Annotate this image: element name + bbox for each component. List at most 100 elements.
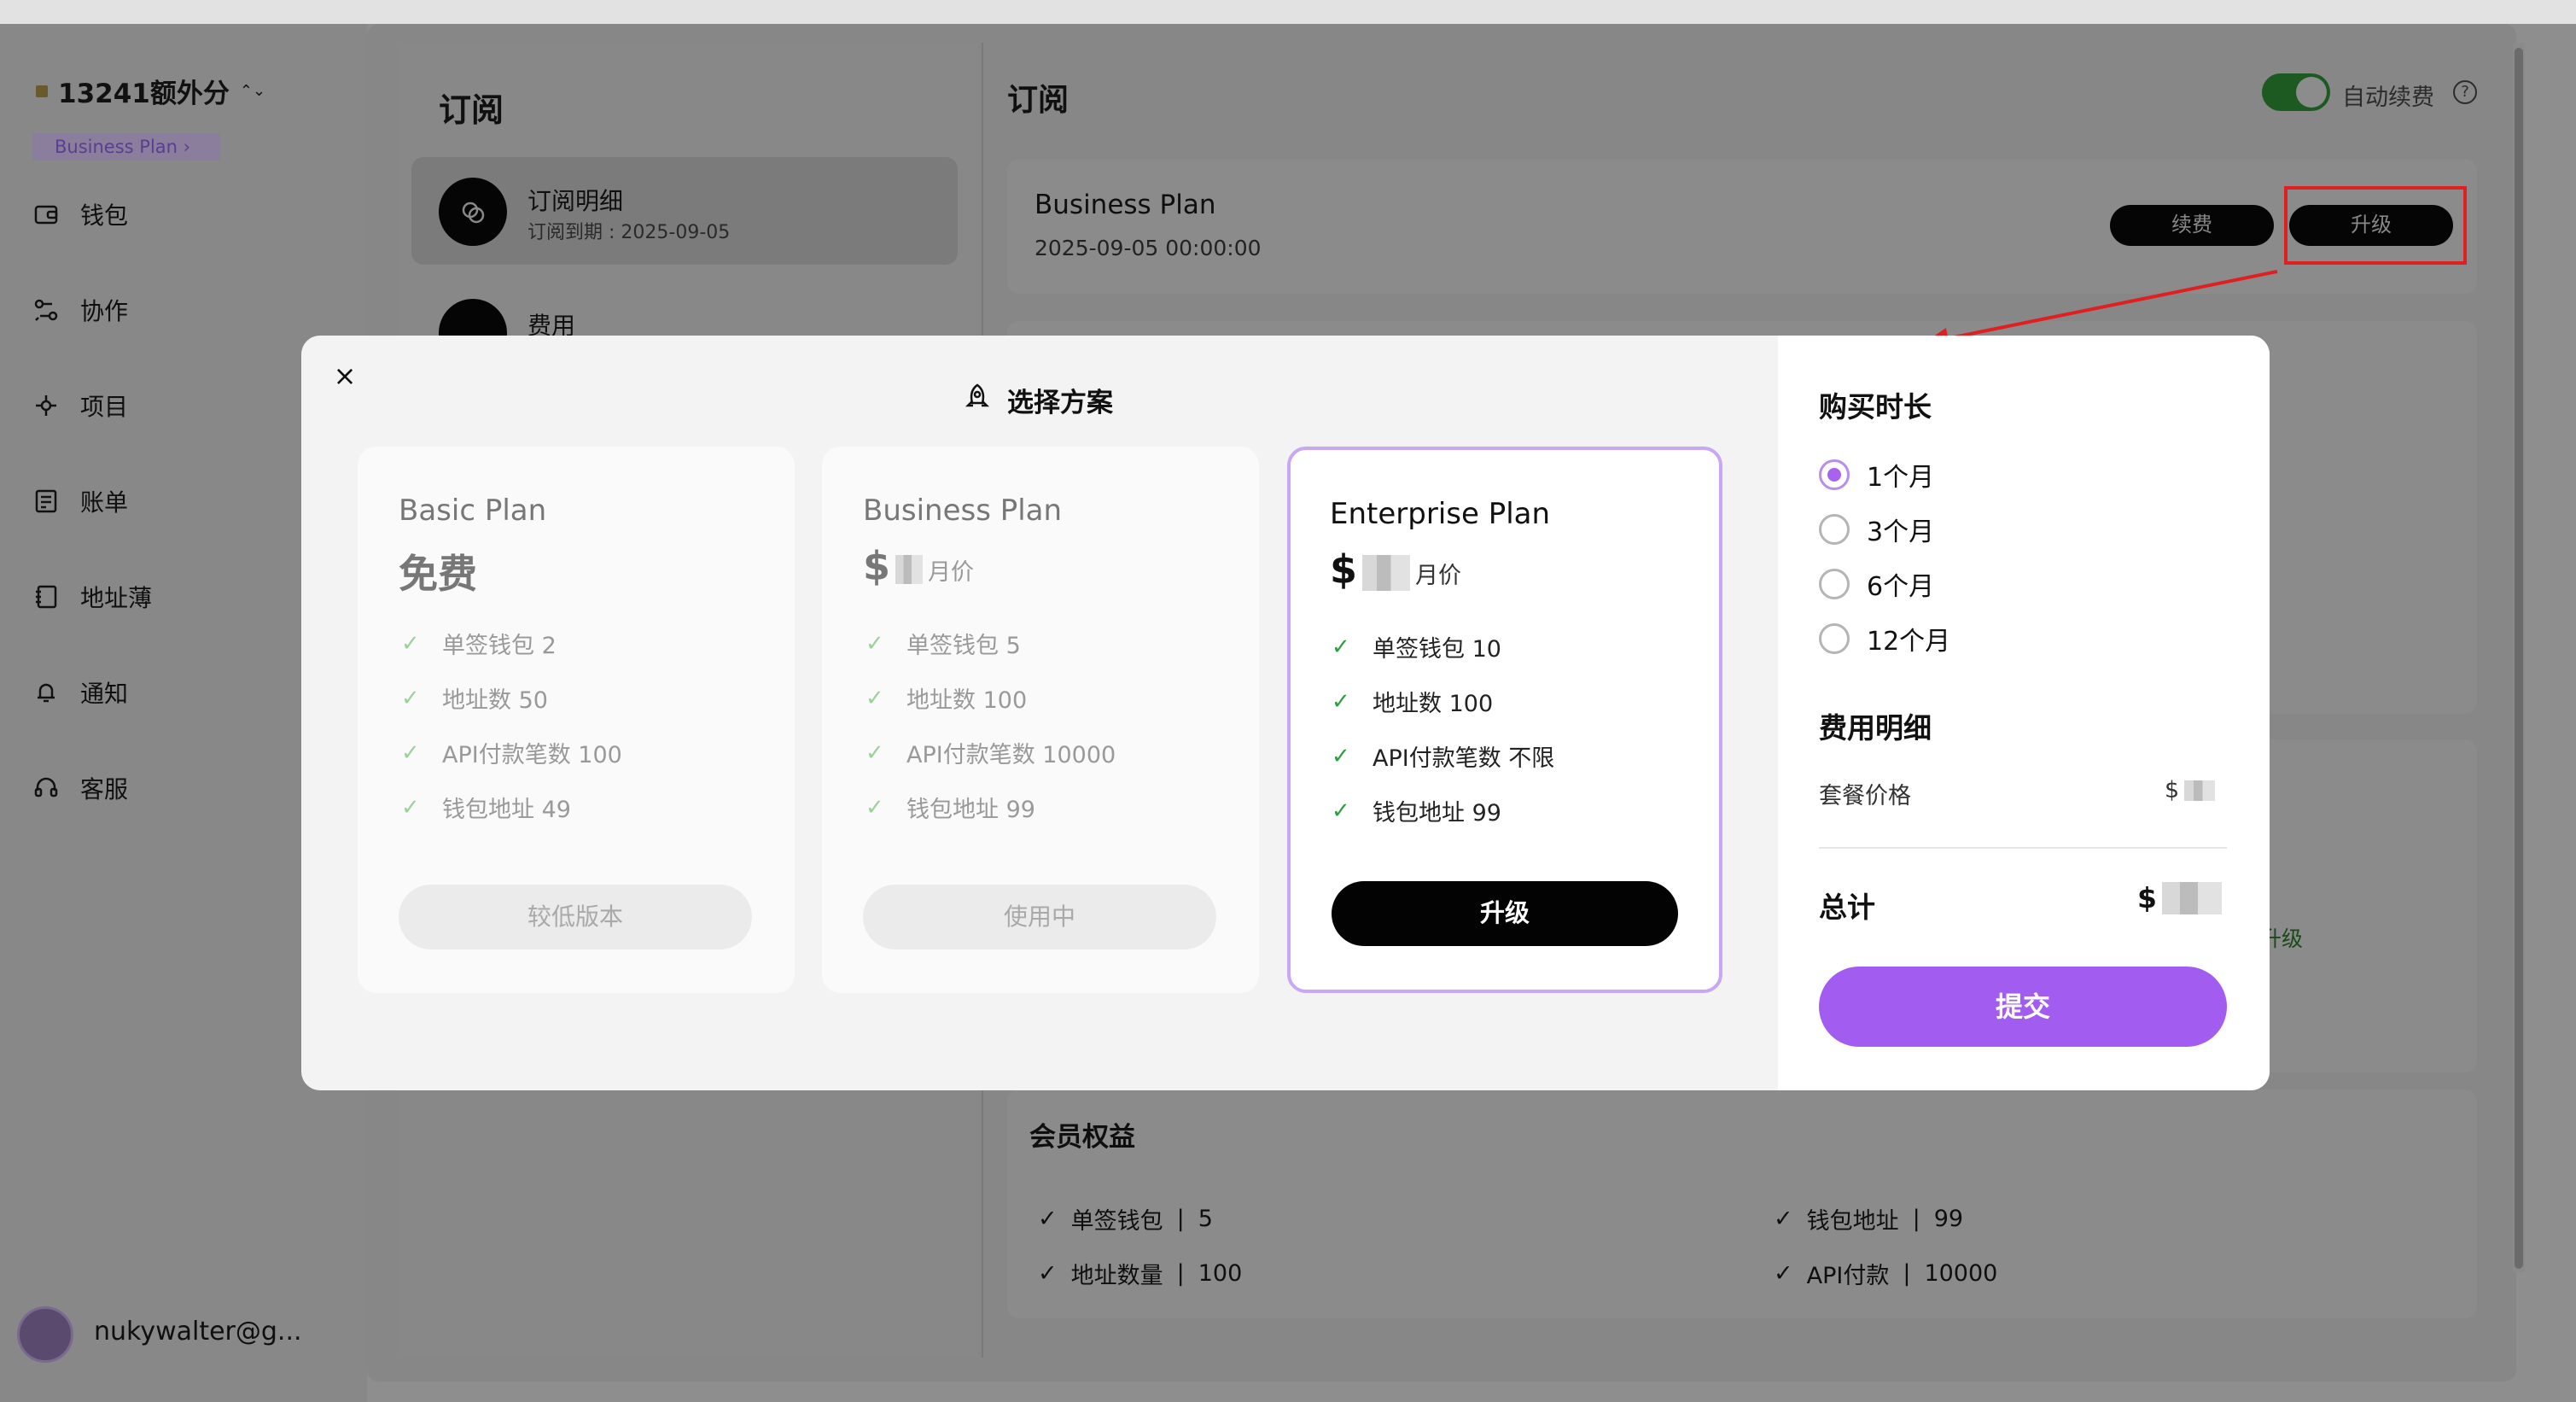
current-plan-date: 2025-09-05 00:00:00 (1034, 236, 1262, 260)
benefit-label: 钱包地址 (1806, 1208, 1899, 1235)
check-icon: ✓ (401, 685, 420, 711)
plan-feature: ✓ 地址数 100 (1332, 685, 1493, 718)
sidebar-item-bill[interactable]: 账单 (32, 480, 128, 523)
auto-renew-label: 自动续费 (2342, 85, 2434, 111)
feature-label: 钱包地址 99 (906, 797, 1035, 823)
price-currency: $ (1330, 546, 1358, 593)
sidebar-item-notification[interactable]: 通知 (32, 671, 128, 714)
renew-button[interactable]: 续费 (2110, 205, 2274, 246)
sidebar-item-wallet[interactable]: 钱包 (32, 193, 128, 236)
user-email[interactable]: nukywalter@g... (94, 1317, 302, 1347)
sidebar-item-label: 客服 (80, 775, 129, 803)
collaboration-icon (32, 296, 60, 324)
plan-feature: ✓ 钱包地址 49 (401, 791, 571, 824)
help-icon[interactable]: ? (2453, 80, 2477, 104)
plan-name: Business Plan (863, 494, 1063, 528)
subscription-detail-date: 订阅到期 : 2025-09-05 (527, 222, 731, 243)
close-icon[interactable]: × (331, 362, 358, 389)
radio-icon (1819, 623, 1850, 654)
check-icon: ✓ (1038, 1260, 1058, 1287)
feature-label: 地址数 50 (442, 687, 548, 714)
sidebar-item-project[interactable]: 项目 (32, 384, 128, 427)
sidebar-item-support[interactable]: 客服 (32, 767, 128, 809)
fee-detail-title: 费用明细 (1819, 711, 1932, 745)
duration-label: 3个月 (1867, 517, 1935, 547)
in-use-button[interactable]: 使用中 (863, 885, 1216, 949)
plan-feature: ✓ 单签钱包 10 (1332, 630, 1501, 663)
feature-label: 地址数 100 (906, 687, 1028, 714)
radio-icon (1819, 569, 1850, 599)
benefit-value: 5 (1198, 1206, 1213, 1232)
rocket-icon (963, 383, 992, 418)
package-price-value: $ (2165, 777, 2220, 803)
check-icon: ✓ (865, 685, 884, 711)
price-redacted (2161, 881, 2222, 914)
plan-badge[interactable]: Business Plan › (32, 133, 220, 161)
benefit-value: 99 (1933, 1206, 1964, 1232)
duration-label: 1个月 (1867, 463, 1935, 493)
sidebar-item-collaboration[interactable]: 协作 (32, 289, 128, 331)
benefit-item: ✓ 单签钱包 | 5 (1038, 1202, 1213, 1236)
subscription-detail-icon (439, 178, 507, 246)
address-book-icon (32, 583, 60, 610)
plan-feature: ✓ 钱包地址 99 (1332, 794, 1501, 827)
headset-icon (32, 774, 60, 802)
plan-price: 免费 (399, 551, 477, 597)
avatar[interactable] (17, 1306, 73, 1363)
plan-feature: ✓ API付款笔数 10000 (865, 736, 1116, 769)
benefit-label: 地址数量 (1070, 1263, 1163, 1289)
total-value: $ (2137, 881, 2227, 914)
subscription-main-title: 订阅 (1007, 83, 1069, 118)
feature-label: 地址数 100 (1373, 691, 1494, 717)
bell-icon (32, 679, 60, 706)
wallet-icon (32, 201, 60, 228)
benefits-title: 会员权益 (1029, 1122, 1135, 1153)
price-currency: $ (2137, 881, 2157, 914)
chevron-right-icon: › (183, 137, 191, 157)
duration-option-1-month[interactable]: 1个月 (1819, 456, 1934, 494)
plan-price: $ 月价 (863, 543, 974, 589)
project-icon (32, 392, 60, 419)
workspace-name: 13241额外分 (58, 79, 230, 109)
sidebar-item-address-book[interactable]: 地址薄 (32, 575, 152, 618)
sidebar-item-label: 协作 (80, 297, 129, 325)
feature-label: 单签钱包 2 (442, 633, 557, 659)
check-icon: ✓ (1332, 743, 1350, 769)
scrollbar-thumb[interactable] (2515, 48, 2523, 1269)
benefit-label: API付款 (1806, 1263, 1890, 1289)
plan-feature: ✓ 地址数 100 (865, 681, 1027, 715)
annotation-highlight-box (2284, 186, 2467, 265)
plan-feature: ✓ 钱包地址 99 (865, 791, 1035, 824)
duration-option-12-months[interactable]: 12个月 (1819, 620, 1950, 657)
plan-feature: ✓ 单签钱包 2 (401, 627, 557, 660)
chevron-updown-icon: ⌃⌄ (239, 82, 266, 100)
feature-label: 钱包地址 99 (1373, 800, 1501, 827)
plan-feature: ✓ API付款笔数 100 (401, 736, 622, 769)
benefit-value: 100 (1198, 1260, 1243, 1287)
plan-badge-label: Business Plan (55, 137, 178, 157)
benefit-item: ✓ 钱包地址 | 99 (1774, 1202, 1963, 1236)
enterprise-upgrade-button[interactable]: 升级 (1332, 881, 1678, 946)
price-currency: $ (2165, 777, 2180, 803)
workspace-logo-icon (36, 85, 48, 97)
bill-icon (32, 488, 60, 515)
sidebar-item-label: 账单 (80, 488, 129, 517)
sidebar-item-label: 钱包 (80, 202, 129, 230)
modal-title: 选择方案 (963, 381, 1113, 419)
price-redacted (2184, 780, 2216, 801)
duration-label: 6个月 (1867, 572, 1935, 602)
price-redacted (1362, 554, 1411, 591)
sidebar-item-label: 项目 (80, 393, 129, 421)
price-unit: 月价 (928, 559, 975, 586)
lower-version-button[interactable]: 较低版本 (399, 885, 752, 949)
radio-selected-icon (1819, 459, 1850, 490)
modal-title-text: 选择方案 (1007, 388, 1113, 418)
submit-button[interactable]: 提交 (1819, 967, 2227, 1047)
plan-feature: ✓ API付款笔数 不限 (1332, 739, 1554, 773)
duration-label: 12个月 (1867, 627, 1951, 657)
duration-option-3-months[interactable]: 3个月 (1819, 511, 1934, 548)
workspace-switcher[interactable]: 13241额外分 ⌃⌄ (36, 72, 265, 110)
check-icon: ✓ (1774, 1206, 1793, 1232)
benefit-separator: | (1176, 1260, 1185, 1287)
duration-option-6-months[interactable]: 6个月 (1819, 565, 1934, 603)
